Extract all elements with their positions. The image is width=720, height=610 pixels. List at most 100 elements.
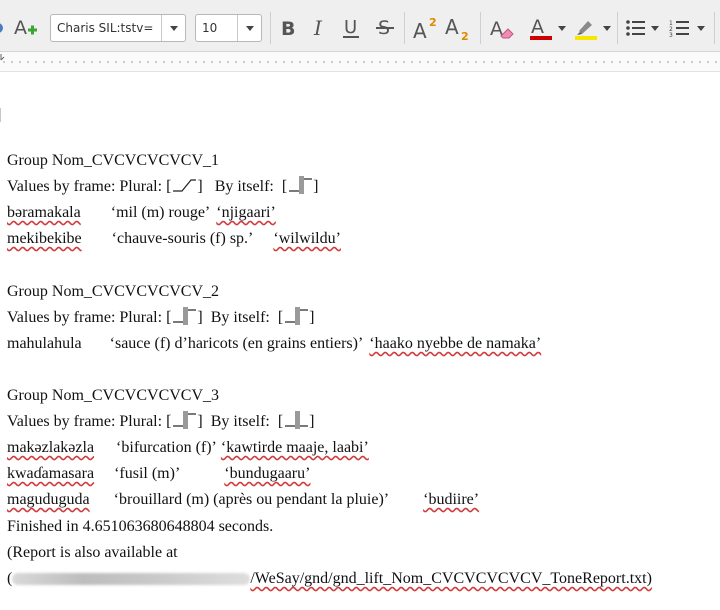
font-color-dropdown[interactable]: [557, 14, 567, 42]
document-page[interactable]: Group Nom_CVCVCVCVCV_1 Values by frame: …: [0, 72, 720, 610]
styles-icon[interactable]: A: [12, 14, 40, 42]
svg-text:A: A: [445, 15, 459, 39]
tone-low-high-icon: [173, 411, 197, 430]
values-mid: ] By itself: [: [197, 309, 284, 326]
entry-word: mekibekibe: [7, 230, 82, 247]
values-suffix: ]: [309, 413, 315, 430]
group-title: Group Nom_CVCVCVCVCV_2: [7, 280, 219, 304]
values-by-frame-line: Values by frame: Plural: [ ] By itself: […: [7, 306, 315, 330]
clipped-icon[interactable]: [0, 14, 6, 42]
chevron-down-icon: [651, 25, 659, 31]
entry-word: mahulahula: [7, 335, 82, 352]
values-prefix: Values by frame: Plural: [: [7, 178, 172, 195]
font-name-value[interactable]: Charis SIL:tstv=: [51, 21, 161, 35]
svg-text:I: I: [313, 17, 323, 39]
tone-low-low-icon: [285, 411, 309, 430]
entry-gloss: ‘chauve-souris (f) sp.’: [111, 230, 254, 247]
entry-line: bəramakala ‘mil (m) rouge’ ‘njigaari’: [7, 201, 276, 225]
values-by-frame-line: Values by frame: Plural: [ ] By itself: […: [7, 175, 319, 199]
font-color-icon[interactable]: A: [527, 14, 555, 42]
toolbar-separator: [617, 12, 618, 44]
tone-rising-icon: [173, 179, 197, 192]
entry-line: mekibekibe ‘chauve-souris (f) sp.’ ‘wilwil…: [7, 227, 341, 251]
chevron-down-icon: [169, 25, 178, 31]
group-title-text: Group Nom_CVCVCVCVCV_2: [7, 283, 220, 300]
svg-text:A: A: [14, 17, 27, 39]
entry-gloss: ‘brouillard (m) (après ou pendant la plu…: [113, 491, 390, 508]
bold-icon[interactable]: B: [276, 14, 300, 42]
report-path-line: (/WeSay/gnd/gnd_lift_Nom_CVCVCVCVCV_Tone…: [7, 567, 652, 591]
chevron-down-icon: [603, 25, 611, 31]
ruler-ticks: [0, 54, 717, 63]
entry-plural: ‘haako nyebbe de namaka’: [369, 335, 542, 352]
highlight-icon[interactable]: [572, 14, 600, 42]
values-mid: ] By itself: [: [197, 178, 288, 195]
svg-text:U: U: [344, 17, 357, 38]
entry-line: kwaɗamasara ‘fusil (m)’ ‘bundugaaru’: [7, 462, 310, 486]
finished-text: Finished in 4.651063680648804 seconds.: [7, 518, 274, 535]
chevron-down-icon: [558, 25, 566, 31]
redacted-path: [12, 573, 251, 586]
svg-text:A: A: [531, 16, 544, 38]
entry-gloss: ‘fusil (m)’: [114, 465, 181, 482]
font-size-value[interactable]: 10: [196, 21, 237, 35]
values-by-frame-line: Values by frame: Plural: [ ] By itself: […: [7, 410, 315, 434]
report-text: (Report is also available at: [7, 544, 178, 561]
svg-text:A: A: [413, 19, 427, 42]
entry-plural: ‘budiire’: [423, 491, 480, 508]
report-path-text: /WeSay/gnd/gnd_lift_Nom_CVCVCVCVCV_ToneR…: [250, 570, 652, 587]
report-line: (Report is also available at: [7, 541, 178, 565]
underline-icon[interactable]: U: [340, 14, 364, 42]
entry-plural: ‘njigaari’: [216, 204, 276, 221]
strikethrough-icon[interactable]: S: [373, 14, 397, 42]
entry-plural: ‘kawtirde maaje, laabi’: [220, 439, 369, 456]
paragraph-margin-mark: [0, 108, 1, 122]
tone-low-high-icon: [285, 307, 309, 326]
group-title-text: Group Nom_CVCVCVCVCV_3: [7, 387, 220, 404]
formatting-toolbar: A Charis SIL:tstv= 10 B I U S A2 A2 A A …: [0, 0, 720, 52]
toolbar-separator: [404, 12, 405, 44]
highlight-dropdown[interactable]: [602, 14, 612, 42]
font-name-combo[interactable]: Charis SIL:tstv=: [50, 14, 186, 42]
entry-word: maguduguda: [7, 491, 90, 508]
clear-formatting-icon[interactable]: A: [488, 14, 516, 42]
entry-line: mahulahula ‘sauce (f) d’haricots (en grai…: [7, 332, 541, 356]
chevron-down-icon: [697, 25, 705, 31]
values-mid: ] By itself: [: [197, 413, 284, 430]
entry-word: makəzlakəzla: [7, 439, 95, 456]
entry-word: bəramakala: [7, 204, 81, 221]
group-title: Group Nom_CVCVCVCVCV_3: [7, 384, 219, 408]
svg-text:B: B: [281, 18, 295, 39]
numbered-list-dropdown[interactable]: [696, 14, 706, 42]
font-name-dropdown[interactable]: [161, 15, 185, 41]
subscript-icon[interactable]: A2: [444, 14, 474, 42]
entry-plural: ‘wilwildu’: [273, 230, 341, 247]
group-title: Group Nom_CVCVCVCVCV_1: [7, 149, 219, 173]
entry-line: makəzlakəzla ‘bifurcation (f)’ ‘kawtirde m…: [7, 436, 369, 460]
chevron-down-icon: [245, 25, 254, 31]
group-title-text: Group Nom_CVCVCVCVCV_1: [7, 152, 220, 169]
tone-low-high-icon: [289, 176, 313, 195]
toolbar-separator: [270, 12, 271, 44]
values-prefix: Values by frame: Plural: [: [7, 309, 172, 326]
values-suffix: ]: [313, 178, 319, 195]
values-suffix: ]: [309, 309, 315, 326]
entry-word: kwaɗamasara: [7, 465, 95, 482]
italic-icon[interactable]: I: [308, 14, 330, 42]
tone-low-high-icon: [173, 307, 197, 326]
font-size-combo[interactable]: 10: [195, 14, 262, 42]
entry-plural: ‘bundugaaru’: [224, 465, 311, 482]
entry-gloss: ‘mil (m) rouge’: [110, 204, 211, 221]
bullet-list-icon[interactable]: [624, 14, 648, 42]
font-size-dropdown[interactable]: [237, 15, 261, 41]
toolbar-separator: [480, 12, 481, 44]
finished-line: Finished in 4.651063680648804 seconds.: [7, 515, 273, 539]
entry-gloss: ‘bifurcation (f)’: [116, 439, 217, 456]
entry-line: maguduguda ‘brouillard (m) (après ou pend…: [7, 488, 479, 512]
values-prefix: Values by frame: Plural: [: [7, 413, 172, 430]
entry-gloss: ‘sauce (f) d’haricots (en grains entiers…: [109, 335, 364, 352]
numbered-list-icon[interactable]: 1 2 3: [668, 14, 692, 42]
bullet-list-dropdown[interactable]: [650, 14, 660, 42]
horizontal-ruler[interactable]: [0, 52, 720, 72]
superscript-icon[interactable]: A2: [412, 14, 442, 42]
